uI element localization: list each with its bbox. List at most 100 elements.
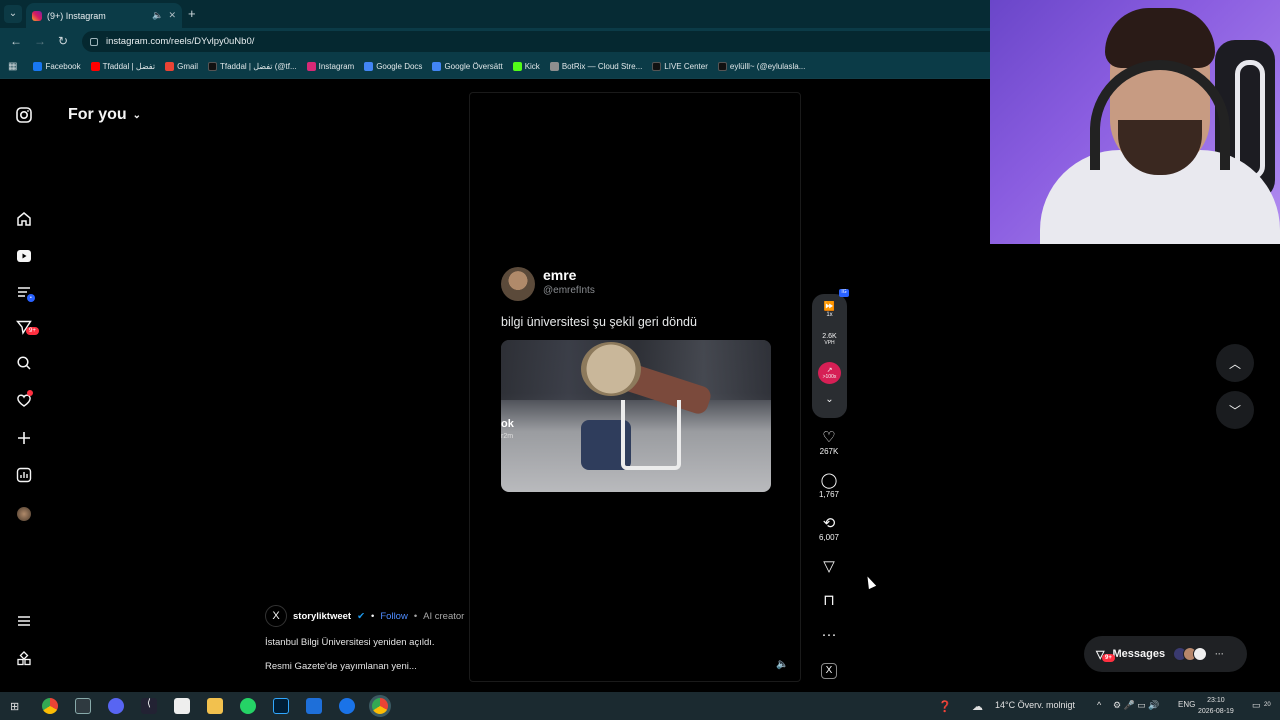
messages-icon[interactable]: 9+	[14, 317, 39, 337]
chrome-taskbar-icon[interactable]	[42, 698, 58, 714]
vph-stat: 2.6K VPH	[812, 333, 847, 346]
feed-menu-icon[interactable]: •	[14, 282, 35, 302]
reels-icon[interactable]	[14, 246, 34, 266]
messages-button[interactable]: ▽ 9+ Messages ···	[1084, 636, 1247, 672]
playback-speed-label: 1x	[826, 312, 833, 318]
reel-video-player[interactable]: emre @emrefInts bilgi üniversitesi şu şe…	[469, 92, 801, 682]
post-text: bilgi üniversitesi şu şekil geri döndü	[501, 315, 697, 329]
site-info-icon[interactable]	[90, 37, 98, 46]
previous-reel-button[interactable]: ︿	[1216, 344, 1254, 382]
whatsapp-taskbar-icon[interactable]	[240, 698, 256, 714]
bookmark-item[interactable]: BotRix — Cloud Stre...	[549, 62, 642, 71]
send-icon: ▽	[823, 558, 835, 575]
help-icon[interactable]: ❓	[938, 700, 952, 713]
search-icon[interactable]	[14, 353, 34, 373]
bookmark-item[interactable]: Tfaddal | تفضل	[90, 62, 155, 71]
reload-icon[interactable]: ↻	[58, 34, 68, 48]
system-clock[interactable]: 23:10 2026-08-19	[1198, 695, 1234, 717]
tray-icons[interactable]: ⚙ 🎤 ▭ 🔊	[1113, 700, 1160, 711]
share-button[interactable]: ▽	[814, 559, 844, 575]
ai-creator-label: AI creator	[423, 610, 465, 622]
author-avatar-x-icon[interactable]: X	[265, 605, 287, 627]
bookmark-item[interactable]: Google Docs	[364, 62, 422, 71]
active-tab[interactable]: (9+) Instagram 🔈 ✕	[26, 3, 182, 28]
apps-grid-icon[interactable]: ▦	[8, 61, 17, 72]
start-windows-icon[interactable]: ⊞	[10, 700, 19, 713]
photoshop-taskbar-icon[interactable]	[273, 698, 289, 714]
new-tab-button[interactable]: +	[188, 6, 196, 21]
weather-icon[interactable]: ☁	[972, 700, 983, 713]
tab-title: (9+) Instagram	[47, 10, 106, 21]
create-plus-icon[interactable]	[14, 428, 34, 448]
mute-toggle-icon[interactable]: 🔈	[776, 659, 788, 670]
post-author-avatar[interactable]	[501, 267, 535, 301]
post-author-name[interactable]: emre	[543, 267, 595, 283]
comment-count: 1,767	[818, 490, 840, 499]
repost-button[interactable]: ⟲ 6,007	[814, 516, 844, 543]
bookmark-favicon-icon	[432, 62, 442, 71]
app-taskbar-icon[interactable]	[75, 698, 91, 714]
forward-icon[interactable]: →	[34, 34, 46, 48]
more-options-button[interactable]: ···	[814, 627, 844, 643]
discord-taskbar-icon[interactable]	[108, 698, 124, 714]
follow-button[interactable]: Follow	[380, 611, 407, 622]
bookmark-favicon-icon	[90, 62, 100, 71]
webcam-overlay	[990, 0, 1280, 244]
bookmark-favicon-icon	[512, 62, 522, 71]
home-icon[interactable]	[14, 209, 34, 229]
reel-caption-line-2[interactable]: Resmi Gazete'de yayımlanan yeni...	[265, 661, 417, 672]
tray-chevron-up-icon[interactable]: ^	[1097, 700, 1101, 710]
playback-speed-button[interactable]: ⏩ 1x	[812, 301, 847, 318]
bookmark-item[interactable]: Gmail	[165, 62, 198, 71]
comment-button[interactable]: ◯ 1,767	[814, 472, 844, 500]
language-indicator[interactable]: ENG	[1178, 700, 1195, 709]
chevron-up-icon: ︿	[1228, 356, 1241, 371]
profile-avatar-icon[interactable]	[14, 504, 34, 524]
like-button[interactable]: ♡ 267K	[814, 430, 844, 457]
x-source-button[interactable]: X	[814, 663, 844, 679]
fast-forward-icon: ⏩	[823, 301, 836, 311]
instagram-logo-icon[interactable]	[14, 105, 34, 125]
bookmark-item[interactable]: Tfaddal | تفضل (@tf...	[207, 62, 297, 71]
windows-taskbar: ⊞ ⟨ ❓ ☁ 14°C Överv. molnigt ^ ⚙ 🎤 ▭ 🔊 EN…	[0, 692, 1280, 720]
tab-search-dropdown-icon[interactable]: ⌄	[4, 5, 22, 23]
bookmark-favicon-icon	[165, 62, 175, 71]
reel-author-name[interactable]: storyliktweet	[293, 611, 351, 622]
bookmark-icon: ⊓	[823, 592, 835, 609]
app-taskbar-icon[interactable]	[306, 698, 322, 714]
separator-dot: •	[371, 610, 375, 622]
chevron-down-icon: ⌄	[132, 109, 142, 121]
save-button[interactable]: ⊓	[814, 593, 844, 609]
feed-selector-label: For you	[68, 106, 127, 123]
bookmark-item[interactable]: Kick	[512, 62, 540, 71]
feed-selector[interactable]: For you ⌄	[68, 106, 141, 124]
collapse-overlay-chevron-icon[interactable]: ⌄	[812, 394, 847, 405]
notification-count: 20	[1264, 702, 1271, 708]
next-reel-button[interactable]: ﹀	[1216, 391, 1254, 429]
app-taskbar-icon[interactable]: ⟨	[141, 698, 157, 714]
notification-center-icon[interactable]: ▭	[1252, 700, 1261, 711]
bookmark-item[interactable]: LIVE Center	[652, 62, 708, 71]
speaker-icon[interactable]: 🔈	[152, 10, 163, 21]
back-icon[interactable]: ←	[10, 34, 22, 48]
post-author-handle: @emrefInts	[543, 285, 595, 296]
active-chrome-taskbar-icon[interactable]	[369, 695, 391, 717]
bookmark-item[interactable]: eylülll~ (@eylulasla...	[717, 62, 805, 71]
overlay-tag: IG	[839, 289, 849, 297]
capcut-taskbar-icon[interactable]	[174, 698, 190, 714]
bookmark-item[interactable]: Google Översätt	[432, 62, 503, 71]
messages-badge: 9+	[1102, 653, 1115, 662]
comment-bubble-icon: ◯	[820, 472, 838, 489]
bookmark-item[interactable]: Facebook	[33, 62, 81, 71]
more-menu-icon[interactable]	[14, 611, 34, 631]
weather-text[interactable]: 14°C Överv. molnigt	[995, 700, 1075, 710]
bookmark-favicon-icon	[306, 62, 316, 71]
insights-chart-icon[interactable]	[14, 465, 34, 485]
app-taskbar-icon[interactable]	[339, 698, 355, 714]
also-from-meta-icon[interactable]	[14, 649, 34, 669]
reel-caption-line-1: İstanbul Bilgi Üniversitesi yeniden açıl…	[265, 637, 435, 648]
file-explorer-taskbar-icon[interactable]	[207, 698, 223, 714]
heart-notifications-icon[interactable]	[14, 390, 34, 410]
close-tab-icon[interactable]: ✕	[168, 10, 176, 21]
bookmark-item[interactable]: Instagram	[306, 62, 354, 71]
